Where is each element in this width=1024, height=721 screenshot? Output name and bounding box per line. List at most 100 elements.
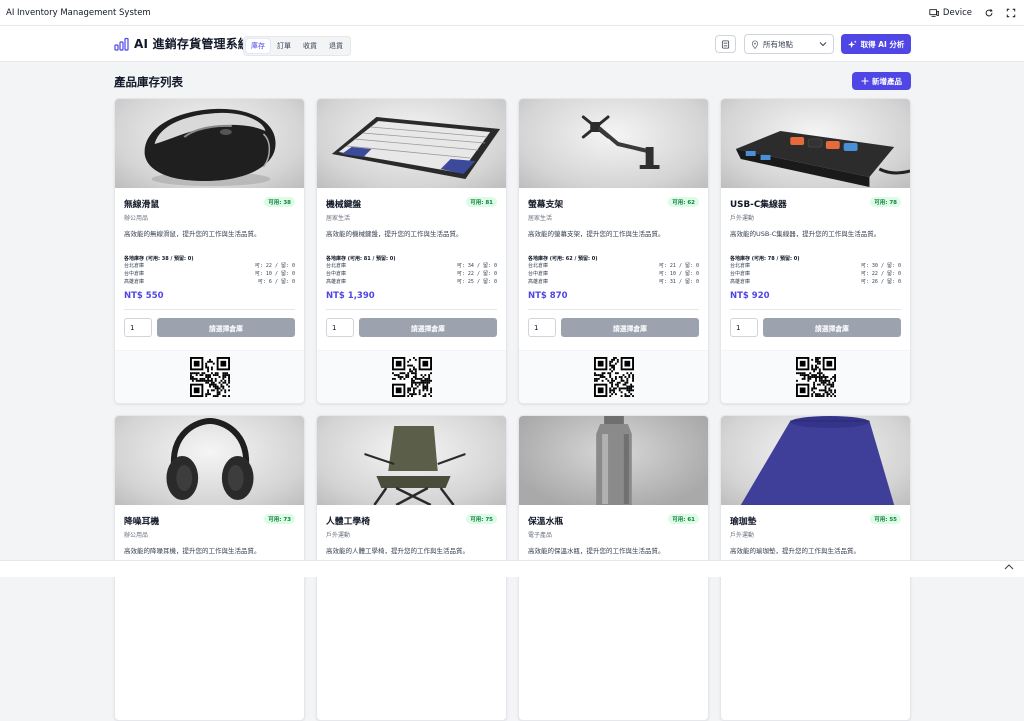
product-name: 瑜珈墊 [730,517,757,527]
main-header: AI 進銷存貨管理系統 庫存 訂單 收貨 退貨 所有地點 取得 AI 分析 [0,26,1024,62]
stock-location: 台北倉庫 [326,263,347,269]
quantity-input[interactable]: 1 [528,318,556,337]
select-warehouse-button[interactable]: 請選擇倉庫 [763,318,901,337]
stock-row: 高雄倉庫 可: 31 / 留: 0 [528,278,699,286]
stock-location: 高雄倉庫 [326,279,347,285]
stock-summary: 各地庫存 (可用: 38 / 預留: 0) [124,256,194,262]
add-product-button[interactable]: 新增產品 [852,72,911,90]
list-title: 產品庫存列表 [114,75,183,89]
device-button[interactable]: Device [929,8,972,18]
quantity-input[interactable]: 1 [326,318,354,337]
ai-analysis-button[interactable]: 取得 AI 分析 [841,34,911,54]
product-description: 高效能的機械鍵盤，提升您的工作與生活品質。 [326,230,463,238]
tab-receiving[interactable]: 收貨 [298,39,322,53]
stock-values: 可: 10 / 留: 0 [254,271,295,277]
stock-row: 台北倉庫 可: 34 / 留: 0 [326,262,497,270]
product-image-mouse [115,99,304,188]
tab-returns[interactable]: 退貨 [324,39,348,53]
product-card-body: 瑜珈墊 可用: 55 戶外運動 高效能的瑜珈墊，提升您的工作與生活品質。 [721,505,910,720]
stock-row: 高雄倉庫 可: 6 / 留: 0 [124,278,295,286]
tab-orders[interactable]: 訂單 [272,39,296,53]
product-name: 無線滑鼠 [124,200,160,210]
stock-values: 可: 26 / 留: 0 [860,279,901,285]
product-category: 戶外運動 [730,215,755,222]
product-image-bottle [519,416,708,505]
filter-button[interactable] [715,35,736,53]
bar-chart-logo-icon [114,37,129,51]
product-image-usb-hub [721,99,910,188]
product-card: 機械鍵盤 可用: 81 居家生活 高效能的機械鍵盤，提升您的工作與生活品質。 各… [316,98,507,404]
qr-code-icon [795,357,836,397]
refresh-icon[interactable] [984,8,994,18]
device-icon [929,8,939,17]
location-select[interactable]: 所有地點 [744,34,834,54]
qr-code-icon [189,357,230,397]
stock-location: 台北倉庫 [730,263,751,269]
map-pin-icon [751,40,759,49]
stock-location: 台北倉庫 [528,263,549,269]
stock-summary: 各地庫存 (可用: 81 / 預留: 0) [326,256,396,262]
product-category: 電子產品 [528,532,553,539]
stock-values: 可: 22 / 留: 0 [254,263,295,269]
select-warehouse-button[interactable]: 請選擇倉庫 [157,318,295,337]
stock-row: 台北倉庫 可: 21 / 留: 0 [528,262,699,270]
select-warehouse-button[interactable]: 請選擇倉庫 [561,318,699,337]
tab-inventory[interactable]: 庫存 [246,39,270,53]
select-warehouse-button[interactable]: 請選擇倉庫 [359,318,497,337]
product-category: 辦公用品 [124,532,149,539]
stock-row: 台北倉庫 可: 22 / 留: 0 [124,262,295,270]
stock-summary: 各地庫存 (可用: 78 / 預留: 0) [730,256,800,262]
stock-values: 可: 6 / 留: 0 [257,279,295,285]
app-title-bar: AI Inventory Management System Device [0,0,1024,26]
product-name: 人體工學椅 [326,517,370,527]
quantity-input[interactable]: 1 [124,318,152,337]
stock-row: 高雄倉庫 可: 26 / 留: 0 [730,278,901,286]
availability-badge: 可用: 55 [870,514,901,524]
product-price: NT$ 550 [124,291,295,310]
stock-summary: 各地庫存 (可用: 62 / 預留: 0) [528,256,598,262]
product-price: NT$ 920 [730,291,901,310]
product-category: 居家生活 [528,215,553,222]
stock-row: 台中倉庫 可: 22 / 留: 0 [326,270,497,278]
product-image-keyboard [317,99,506,188]
qr-code-area [317,350,506,403]
product-name: USB-C集線器 [730,200,787,210]
product-image-yoga-mat [721,416,910,505]
product-category: 居家生活 [326,215,351,222]
stock-values: 可: 10 / 留: 0 [658,271,699,277]
product-description: 高效能的無線滑鼠，提升您的工作與生活品質。 [124,230,261,238]
stock-values: 可: 30 / 留: 0 [860,263,901,269]
product-name: 機械鍵盤 [326,200,362,210]
sliders-icon [721,39,730,49]
bottom-bar [0,560,1024,577]
qr-code-area [519,350,708,403]
chevron-up-icon[interactable] [1004,563,1014,571]
availability-badge: 可用: 38 [264,197,295,207]
location-select-value: 所有地點 [763,39,793,49]
fullscreen-icon[interactable] [1006,8,1016,18]
availability-badge: 可用: 78 [870,197,901,207]
product-name: 保溫水瓶 [528,517,564,527]
product-category: 戶外運動 [730,532,755,539]
stock-values: 可: 21 / 留: 0 [658,263,699,269]
stock-location: 台中倉庫 [326,271,347,277]
product-card-body: 螢幕支架 可用: 62 居家生活 高效能的螢幕支架，提升您的工作與生活品質。 各… [519,188,708,403]
stock-row: 高雄倉庫 可: 25 / 留: 0 [326,278,497,286]
stock-location: 高雄倉庫 [528,279,549,285]
product-card-body: 人體工學椅 可用: 75 戶外運動 高效能的人體工學椅，提升您的工作與生活品質。 [317,505,506,720]
quantity-input[interactable]: 1 [730,318,758,337]
availability-badge: 可用: 75 [466,514,497,524]
product-image-headphones [115,416,304,505]
brand: AI 進銷存貨管理系統 [114,35,250,52]
product-card: USB-C集線器 可用: 78 戶外運動 高效能的USB-C集線器，提升您的工作… [720,98,911,404]
stock-values: 可: 31 / 留: 0 [658,279,699,285]
stock-row: 台北倉庫 可: 30 / 留: 0 [730,262,901,270]
product-image-chair [317,416,506,505]
stock-location: 高雄倉庫 [124,279,145,285]
stock-row: 台中倉庫 可: 10 / 留: 0 [528,270,699,278]
product-description: 高效能的螢幕支架，提升您的工作與生活品質。 [528,230,665,238]
qr-code-area [721,350,910,403]
product-card-body: 無線滑鼠 可用: 38 辦公用品 高效能的無線滑鼠，提升您的工作與生活品質。 各… [115,188,304,403]
stock-location: 台中倉庫 [730,271,751,277]
product-description: 高效能的USB-C集線器，提升您的工作與生活品質。 [730,230,881,238]
